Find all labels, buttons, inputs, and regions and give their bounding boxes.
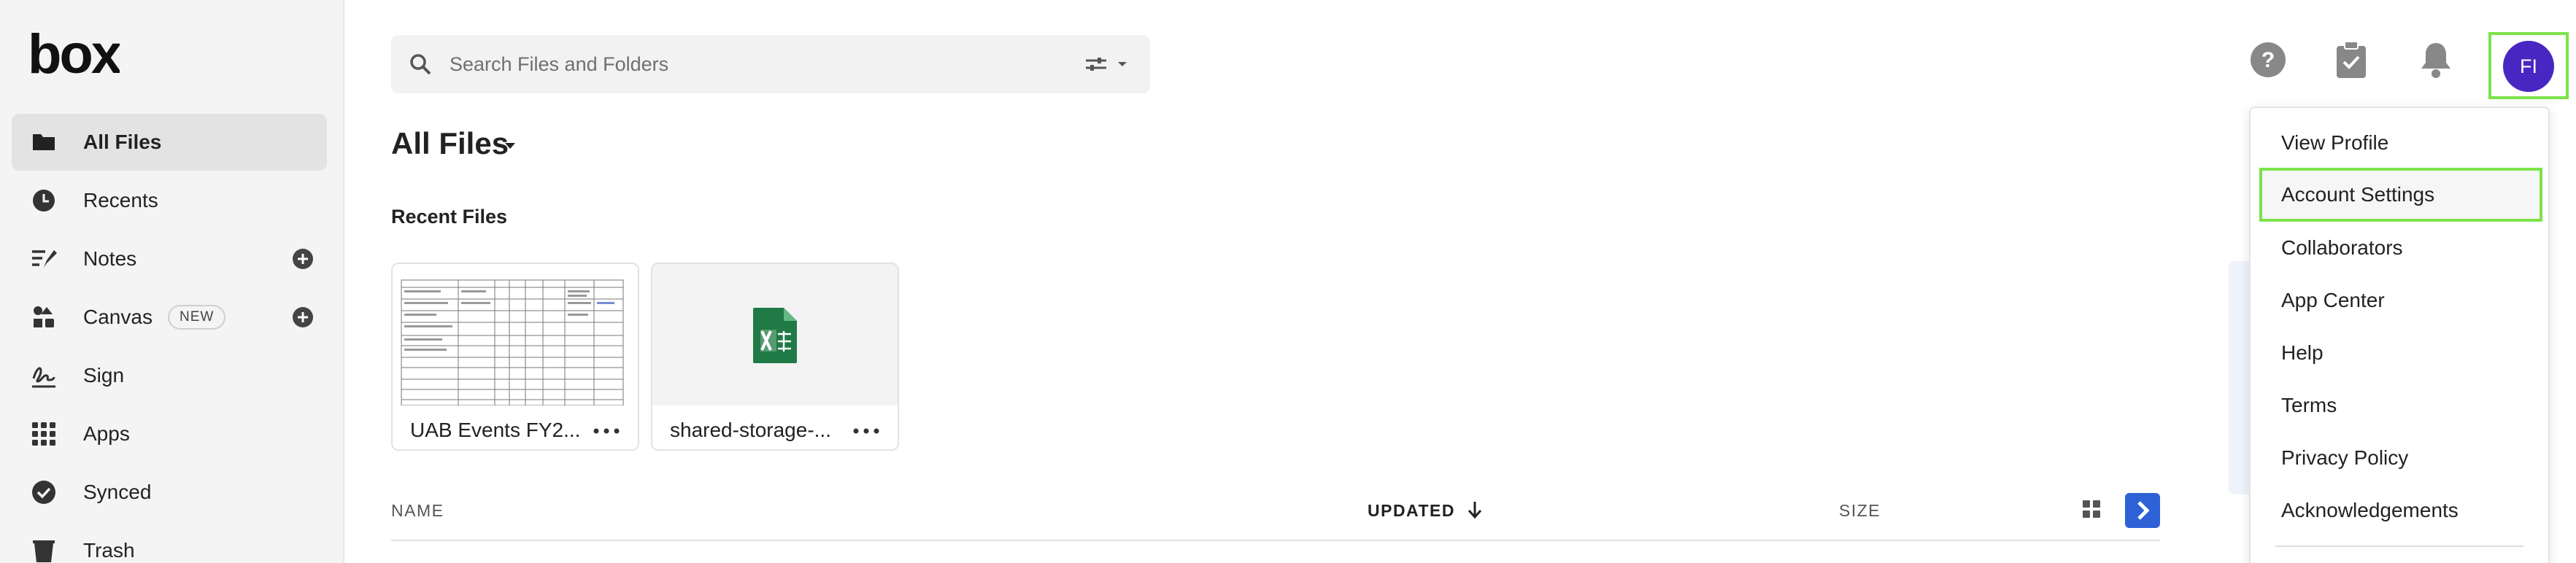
box-logo[interactable]: box	[28, 28, 120, 77]
menu-item-account-settings[interactable]: Account Settings	[2259, 168, 2542, 222]
menu-divider	[2275, 545, 2523, 547]
svg-text:box: box	[28, 28, 120, 77]
recent-files-heading: Recent Files	[391, 206, 508, 228]
recent-file-name[interactable]: shared-storage-...	[670, 416, 845, 445]
search-filter-icon[interactable]	[1083, 53, 1134, 76]
menu-item-acknowledgements[interactable]: Acknowledgements	[2252, 484, 2547, 537]
sidebar-item-label: Canvas	[83, 306, 153, 328]
chevron-right-icon	[2137, 501, 2150, 520]
column-header-updated[interactable]: UPDATED	[1368, 500, 1483, 521]
trash-icon	[33, 540, 55, 562]
help-icon: ?	[2251, 42, 2286, 77]
sidebar-item-label: Apps	[83, 422, 130, 445]
sidebar-item-label: Synced	[83, 481, 152, 503]
tasks-button[interactable]	[2329, 38, 2373, 82]
help-button[interactable]: ?	[2246, 38, 2290, 82]
grid-view-icon[interactable]	[2081, 499, 2102, 519]
menu-item-app-center[interactable]: App Center	[2252, 274, 2547, 327]
column-header-name[interactable]: NAME	[391, 500, 444, 521]
expand-sidebar-button[interactable]	[2125, 493, 2160, 528]
column-header-updated-label: UPDATED	[1368, 501, 1455, 520]
canvas-icon	[34, 306, 54, 327]
menu-item-label: Acknowledgements	[2281, 499, 2459, 521]
excel-file-icon	[753, 308, 797, 363]
check-circle-icon	[32, 481, 55, 504]
details-panel-peek	[2229, 261, 2251, 494]
recent-file-name[interactable]: UAB Events FY2...	[410, 416, 585, 445]
clock-icon	[33, 190, 55, 211]
sidebar-item-label: All Files	[83, 131, 162, 153]
menu-item-view-profile[interactable]: View Profile	[2252, 117, 2547, 169]
sidebar-item-synced[interactable]: Synced	[12, 464, 327, 521]
tasks-icon	[2337, 41, 2366, 78]
sidebar-item-label: Trash	[83, 539, 135, 562]
add-note-icon[interactable]	[292, 248, 314, 270]
new-badge: NEW	[168, 305, 226, 330]
recent-file-card[interactable]: shared-storage-...	[651, 263, 899, 451]
sidebar-item-label: Recents	[83, 189, 158, 211]
more-options-icon[interactable]	[848, 420, 884, 442]
avatar[interactable]: FI	[2503, 41, 2554, 92]
sidebar-item-canvas[interactable]: Canvas NEW	[12, 289, 327, 346]
menu-item-collaborators[interactable]: Collaborators	[2252, 222, 2547, 274]
folder-icon	[33, 134, 55, 150]
search-bar[interactable]	[391, 35, 1150, 93]
apps-grid-icon	[32, 422, 55, 446]
search-icon	[410, 54, 431, 75]
menu-item-label: Privacy Policy	[2281, 446, 2409, 469]
add-canvas-icon[interactable]	[292, 306, 314, 328]
menu-item-label: Collaborators	[2281, 236, 2403, 259]
list-header-divider	[391, 540, 2160, 541]
sidebar-item-trash[interactable]: Trash	[12, 522, 327, 563]
menu-item-label: View Profile	[2281, 131, 2389, 154]
sidebar-item-notes[interactable]: Notes	[12, 230, 327, 287]
menu-item-privacy-policy[interactable]: Privacy Policy	[2252, 432, 2547, 484]
sidebar: box All Files Recents Notes Canvas NEW S…	[0, 0, 344, 563]
menu-item-label: Account Settings	[2281, 183, 2435, 206]
arrow-down-icon	[1468, 502, 1481, 519]
sidebar-item-apps[interactable]: Apps	[12, 405, 327, 462]
recent-file-card[interactable]: UAB Events FY2...	[391, 263, 639, 451]
spreadsheet-preview	[393, 264, 638, 405]
bell-icon	[2421, 43, 2450, 78]
notes-icon	[32, 250, 57, 268]
column-header-size[interactable]: SIZE	[1839, 500, 1881, 521]
menu-item-label: Terms	[2281, 394, 2337, 416]
sidebar-item-label: Sign	[83, 364, 125, 387]
signature-icon	[32, 367, 55, 388]
file-thumbnail	[652, 264, 898, 405]
sidebar-nav: All Files Recents Notes Canvas NEW Sign …	[12, 114, 327, 563]
menu-item-help[interactable]: Help	[2252, 327, 2547, 379]
page-title[interactable]: All Files	[391, 124, 509, 163]
notifications-button[interactable]	[2414, 38, 2458, 82]
sidebar-item-label: Notes	[83, 247, 137, 270]
more-options-icon[interactable]	[588, 420, 625, 442]
sidebar-item-sign[interactable]: Sign	[12, 347, 327, 404]
account-menu: View Profile Account Settings Collaborat…	[2249, 106, 2550, 563]
menu-item-label: App Center	[2281, 289, 2385, 311]
menu-item-label: Help	[2281, 341, 2324, 364]
menu-item-terms[interactable]: Terms	[2252, 379, 2547, 432]
sidebar-item-all-files[interactable]: All Files	[12, 114, 327, 171]
search-input[interactable]	[450, 35, 1033, 93]
sidebar-item-recents[interactable]: Recents	[12, 172, 327, 229]
svg-text:?: ?	[2261, 48, 2275, 72]
chevron-down-icon[interactable]	[505, 143, 515, 149]
